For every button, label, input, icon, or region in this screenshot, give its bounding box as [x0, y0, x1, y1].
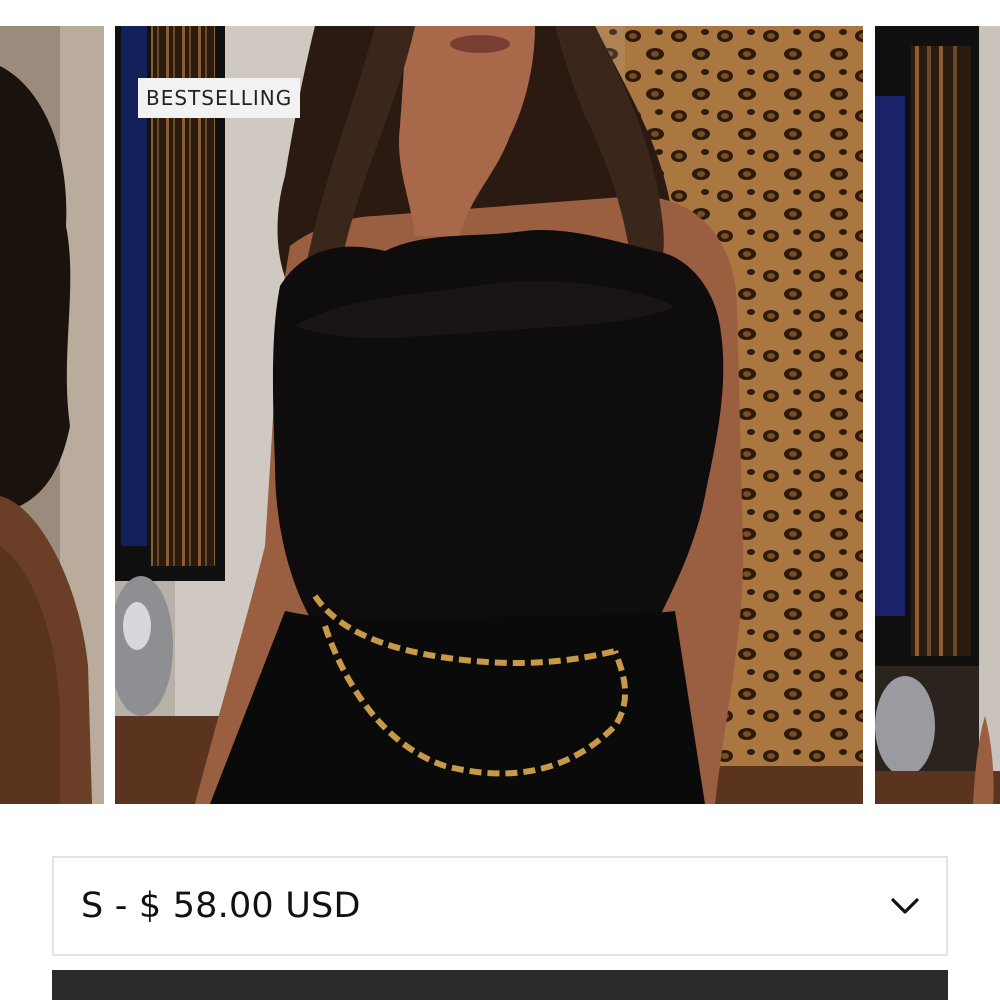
chevron-down-icon [891, 898, 919, 914]
carousel-slide-next[interactable] [875, 26, 1000, 804]
product-page: BESTSELLING S - $ 58.00 USD [0, 0, 1000, 1000]
carousel-slide-main[interactable] [115, 26, 863, 804]
product-image-carousel[interactable]: BESTSELLING [0, 26, 1000, 804]
variant-selected-label: S - $ 58.00 USD [81, 886, 361, 926]
next-product-photo [875, 26, 1000, 804]
add-to-cart-button[interactable] [52, 970, 948, 1000]
main-product-photo [115, 26, 863, 804]
bestselling-badge: BESTSELLING [138, 78, 301, 118]
variant-size-select[interactable]: S - $ 58.00 USD [52, 856, 948, 956]
carousel-slide-previous[interactable] [0, 26, 104, 804]
previous-product-photo [0, 26, 104, 804]
